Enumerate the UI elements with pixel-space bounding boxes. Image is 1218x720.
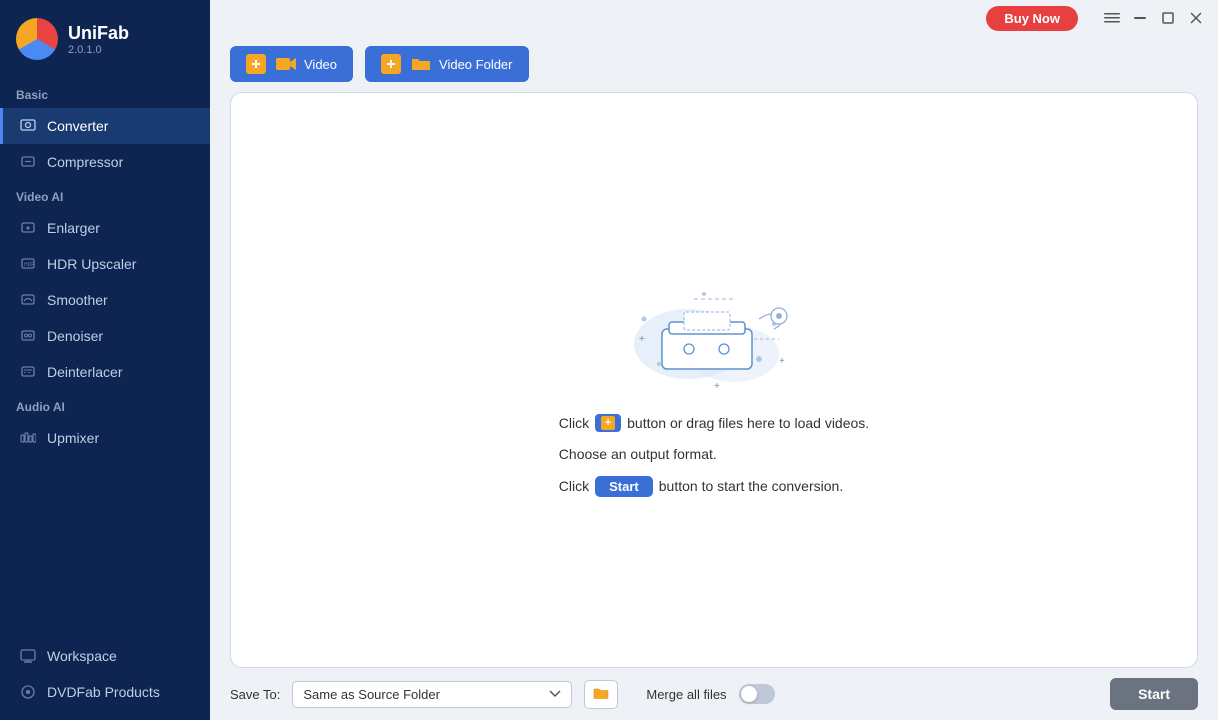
sidebar-item-converter[interactable]: Converter [0,108,210,144]
add-badge-icon: + [601,416,615,430]
converter-icon [19,117,37,135]
instruction-2: Choose an output format. [559,446,869,462]
save-to-select[interactable]: Same as Source Folder [292,681,572,708]
sidebar-item-denoiser[interactable]: Denoiser [0,318,210,354]
instruction-3: Click Start button to start the conversi… [559,476,869,497]
merge-toggle[interactable] [739,684,775,704]
instructions: Click + button or drag files here to loa… [559,414,869,497]
svg-text:+: + [779,356,785,367]
toolbar: Video Video Folder [210,36,1218,92]
sidebar-item-dvdfab[interactable]: DVDFab Products [0,674,210,710]
svg-text:+: + [639,334,645,345]
save-to-label: Save To: [230,687,280,702]
instruction3-post: button to start the conversion. [659,478,843,494]
browse-folder-button[interactable] [584,680,618,709]
instruction1-pre: Click [559,415,589,431]
hdr-icon: HDR [19,255,37,273]
add-video-icon [246,54,266,74]
dvdfab-icon [19,683,37,701]
menu-button[interactable] [1102,8,1122,28]
converter-label: Converter [47,118,108,134]
sidebar-item-compressor[interactable]: Compressor [0,144,210,180]
smoother-icon [19,291,37,309]
app-version: 2.0.1.0 [68,44,129,56]
maximize-button[interactable] [1158,8,1178,28]
footer: Save To: Same as Source Folder Merge all… [210,668,1218,720]
instruction1-post: button or drag files here to load videos… [627,415,869,431]
toggle-thumb [741,686,757,702]
drop-illustration: + + + [604,264,824,394]
dvdfab-label: DVDFab Products [47,684,160,700]
sidebar-bottom: Workspace DVDFab Products [0,638,210,720]
sidebar-item-workspace[interactable]: Workspace [0,638,210,674]
chevron-down-icon [549,690,561,698]
sidebar-item-smoother[interactable]: Smoother [0,282,210,318]
add-video-button[interactable]: Video [230,46,353,82]
start-button[interactable]: Start [1110,678,1198,710]
enlarger-icon [19,219,37,237]
section-basic: Basic [0,78,210,108]
upmixer-icon [19,429,37,447]
app-logo: UniFab 2.0.1.0 [0,0,210,78]
section-audio-ai: Audio AI [0,390,210,420]
section-video-ai: Video AI [0,180,210,210]
enlarger-label: Enlarger [47,220,100,236]
sidebar: UniFab 2.0.1.0 Basic Converter Compresso… [0,0,210,720]
titlebar: Buy Now [210,0,1218,36]
deinterlacer-label: Deinterlacer [47,364,122,380]
svg-text:+: + [714,381,720,392]
buy-now-button[interactable]: Buy Now [986,6,1078,31]
save-to-value: Same as Source Folder [303,687,440,702]
close-button[interactable] [1186,8,1206,28]
workspace-icon [19,647,37,665]
upmixer-label: Upmixer [47,430,99,446]
denoiser-label: Denoiser [47,328,103,344]
logo-icon [16,18,58,60]
sidebar-item-enlarger[interactable]: Enlarger [0,210,210,246]
svg-text:HDR: HDR [24,262,35,268]
add-badge: + [595,414,621,432]
instruction2-text: Choose an output format. [559,446,717,462]
merge-label: Merge all files [646,687,726,702]
instruction-1: Click + button or drag files here to loa… [559,414,869,432]
logo-text: UniFab 2.0.1.0 [68,23,129,56]
add-folder-label: Video Folder [439,57,512,72]
drop-area[interactable]: + + + Click + button or drag files here … [230,92,1198,668]
instruction3-pre: Click [559,478,589,494]
smoother-label: Smoother [47,292,108,308]
minimize-button[interactable] [1130,8,1150,28]
sidebar-item-upmixer[interactable]: Upmixer [0,420,210,456]
deinterlacer-icon [19,363,37,381]
denoiser-icon [19,327,37,345]
add-folder-button[interactable]: Video Folder [365,46,528,82]
main-content: Buy Now [210,0,1218,720]
hdr-upscaler-label: HDR Upscaler [47,256,136,272]
add-folder-icon [381,54,401,74]
workspace-label: Workspace [47,648,117,664]
add-video-label: Video [304,57,337,72]
compressor-icon [19,153,37,171]
start-badge: Start [595,476,653,497]
sidebar-item-deinterlacer[interactable]: Deinterlacer [0,354,210,390]
sidebar-item-hdr-upscaler[interactable]: HDR HDR Upscaler [0,246,210,282]
compressor-label: Compressor [47,154,123,170]
folder-icon [593,686,609,700]
app-name: UniFab [68,23,129,44]
